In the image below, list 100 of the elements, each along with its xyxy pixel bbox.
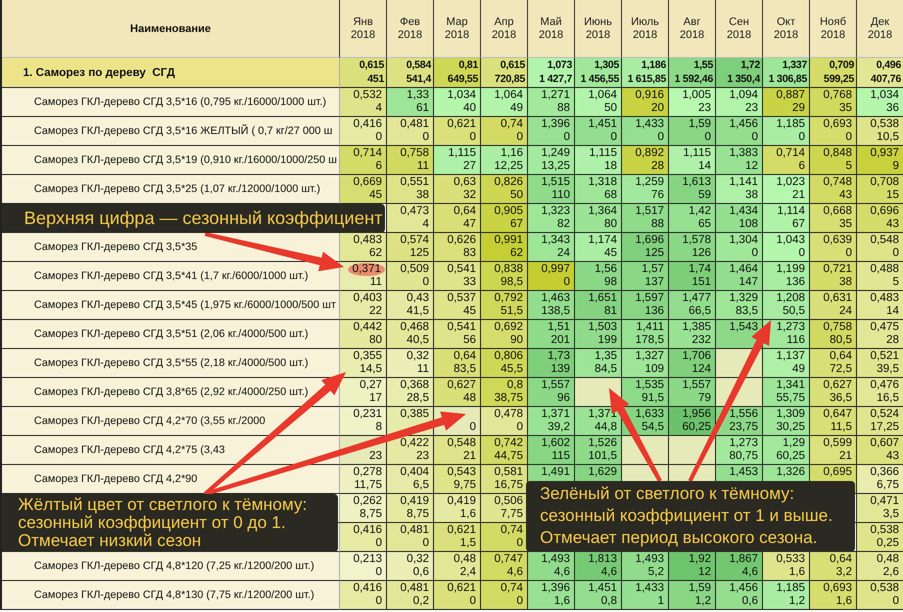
coefficient-value: 1,696	[635, 234, 664, 247]
coefficient-value: 0,826	[494, 176, 523, 189]
quantity-value: 6	[798, 160, 805, 174]
quantity-value: 0	[516, 537, 523, 550]
coefficient-value: 0,695	[823, 466, 852, 479]
coefficient-value: 0,64	[454, 204, 476, 218]
coefficient-value: 1,92	[688, 552, 711, 566]
coefficient-value: 1,477	[682, 292, 711, 305]
coefficient-value: 1,33	[406, 88, 429, 102]
quantity-value: 38	[745, 189, 758, 202]
coefficient-value: 1,56	[594, 262, 617, 276]
quantity-value: 43	[886, 218, 899, 232]
coefficient-value: 0,615	[359, 59, 384, 72]
quantity-value: 54,5	[642, 421, 664, 434]
quantity-value: 44,75	[494, 450, 523, 464]
coefficient-value: 1,115	[448, 146, 476, 160]
product-name: Саморез ГКЛ-дерево СГД 3,5*51 (2,06 кг./4000/500 шт.)	[34, 328, 308, 340]
coefficient-value: 0,74	[500, 582, 523, 595]
coefficient-value: 0,626	[447, 234, 476, 247]
coefficient-value: 0,521	[870, 350, 899, 363]
quantity-value: 0	[564, 276, 570, 290]
coefficient-value: 0,416	[353, 582, 382, 595]
coefficient-value: 0,574	[400, 234, 429, 247]
coefficient-value: 0,615	[500, 59, 525, 72]
coefficient-value: 1,515	[541, 176, 570, 189]
quantity-value: 1,2	[695, 595, 711, 608]
coefficient-value: 0,721	[823, 262, 852, 276]
coefficient-value: 0,524	[870, 408, 899, 421]
month-header: Фев	[400, 16, 420, 28]
coefficient-value: 1,115	[589, 146, 617, 160]
quantity-value: 110	[552, 189, 570, 202]
quantity-value: 0	[470, 421, 476, 434]
year-header: 2018	[726, 28, 752, 42]
coefficient-value: 1,341	[776, 378, 805, 392]
quantity-value: 48	[463, 392, 476, 406]
quantity-value: 35	[839, 102, 852, 116]
quantity-value: 62	[369, 247, 382, 260]
quantity-value: 51,5	[500, 305, 523, 318]
coefficient-value: 0,997	[541, 262, 570, 276]
quantity-value: 35	[839, 218, 852, 232]
quantity-value: 68	[604, 189, 617, 202]
quantity-value: 81	[604, 305, 617, 318]
coefficient-value: 0,403	[353, 292, 382, 305]
quantity-value: 49	[510, 102, 523, 116]
quantity-value: 23	[369, 450, 382, 464]
quantity-value: 541,4	[406, 72, 431, 86]
coefficient-value: 1,434	[729, 204, 758, 218]
quantity-value: 11	[417, 363, 429, 376]
quantity-value: 45	[604, 247, 617, 260]
quantity-value: 0	[610, 131, 617, 144]
year-header: 2018	[820, 28, 846, 42]
quantity-value: 0,6	[413, 566, 429, 580]
callout-text: Жёлтый цвет от светлого к тёмному:	[18, 496, 308, 514]
coefficient-value: 1,273	[729, 436, 758, 450]
coefficient-value: 1,629	[588, 466, 617, 479]
quantity-value: 4,6	[554, 566, 570, 580]
coefficient-value: 1,005	[682, 88, 711, 102]
coefficient-value: 1,464	[729, 262, 758, 276]
coefficient-value: 0,714	[353, 146, 382, 160]
coefficient-value: 0,63	[454, 176, 476, 189]
quantity-value: 65	[698, 218, 711, 232]
coefficient-value: 1,043	[776, 234, 805, 247]
quantity-value: 124	[692, 363, 711, 376]
quantity-value: 38	[839, 276, 852, 290]
quantity-value: 1 592,46	[674, 72, 713, 86]
coefficient-value: 0,416	[353, 524, 382, 537]
product-name: Саморез ГКЛ-дерево СГД 3,5*25 (1,07 кг./12000/1000 шт.)	[34, 183, 320, 195]
column-header: Наименование	[130, 22, 211, 34]
quantity-value: 12,25	[494, 160, 523, 174]
coefficient-value: 1,208	[776, 292, 805, 305]
coefficient-value: 1,304	[729, 234, 758, 247]
coefficient-value: 0,937	[870, 146, 899, 160]
quantity-value: 201	[550, 334, 570, 348]
quantity-value: 22	[369, 305, 382, 318]
coefficient-value: 0,27	[360, 378, 382, 392]
quantity-value: 451	[367, 72, 384, 86]
coefficient-value: 0,419	[400, 494, 429, 508]
coefficient-value: 0,419	[447, 494, 476, 508]
coefficient-value: 0,32	[406, 350, 429, 363]
coefficient-value: 1,185	[776, 118, 805, 131]
coefficient-value: 0,887	[776, 88, 805, 102]
quantity-value: 44,8	[594, 421, 617, 434]
quantity-value: 4,6	[601, 566, 617, 580]
year-header: 2018	[868, 28, 892, 42]
month-header: Июнь	[584, 16, 612, 28]
coefficient-value: 1,493	[541, 552, 570, 566]
coefficient-value: 1,199	[776, 262, 805, 276]
coefficient-value: 0,231	[353, 408, 382, 421]
quantity-value: 59	[698, 189, 711, 202]
coefficient-value: 1,433	[635, 118, 664, 131]
quantity-value: 4	[376, 102, 382, 116]
month-header: Нояб	[820, 16, 846, 28]
quantity-value: 147	[738, 276, 758, 290]
quantity-value: 7,75	[500, 508, 523, 522]
quantity-value: 0	[376, 131, 382, 144]
quantity-value: 0	[422, 131, 429, 144]
coefficient-value: 0,48	[876, 552, 899, 566]
coefficient-value: 0,692	[494, 320, 523, 334]
coefficient-value: 1,259	[635, 176, 664, 189]
quantity-value: 43	[886, 450, 899, 464]
